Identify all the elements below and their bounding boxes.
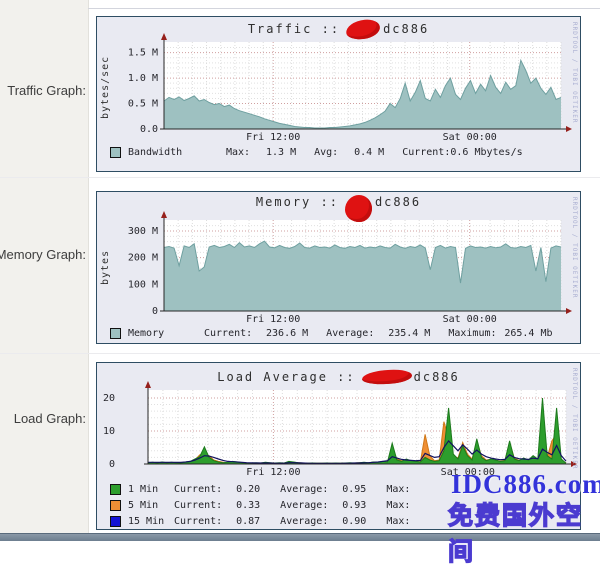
legend-stat-key: Average: bbox=[260, 484, 328, 495]
legend-swatch bbox=[110, 500, 121, 511]
legend-row: Bandwidth Max:1.3 M Avg:0.4 M Current:0.… bbox=[110, 147, 523, 158]
y-tick-label: 300 M bbox=[128, 226, 158, 237]
legend-stat-key: Max: bbox=[366, 516, 410, 527]
label-column bbox=[0, 0, 89, 533]
legend-row: 15 Min Current:0.87 Average:0.90 Max: bbox=[110, 516, 410, 527]
y-tick-label: 10 bbox=[103, 426, 115, 437]
traffic-graph-image[interactable]: 0.0 0.5 M 1.0 M 1.5 M Fri 12:00 Sat 00:00 Tra… bbox=[96, 16, 581, 172]
graph-title-prefix: Load Average :: bbox=[217, 370, 355, 384]
x-tick-label: Sat 00:00 bbox=[443, 314, 497, 325]
legend-swatch bbox=[110, 328, 121, 339]
legend-row: Memory Current:236.6 M Average:235.4 M M… bbox=[110, 328, 553, 339]
graph-title-host: dc886 bbox=[375, 195, 421, 209]
memory-graph-label: Memory Graph: bbox=[0, 247, 86, 262]
y-tick-label: 1.0 M bbox=[128, 73, 158, 84]
legend-stat-value: 235.4 M bbox=[374, 328, 430, 339]
legend-series-name: Memory bbox=[128, 328, 186, 339]
graph-title: Memory ::dc886 bbox=[97, 195, 580, 222]
legend-stat-key: Max: bbox=[366, 500, 410, 511]
legend-row: 1 Min Current:0.20 Average:0.95 Max: bbox=[110, 484, 410, 495]
legend-stat-value: 0.4 M bbox=[338, 147, 384, 158]
legend-stat-value: 0.90 bbox=[328, 516, 366, 527]
legend-swatch bbox=[110, 147, 121, 158]
graph-title-host: dc886 bbox=[414, 370, 460, 384]
x-axis-arrow bbox=[566, 308, 572, 314]
legend-stat-key: Current: bbox=[384, 147, 450, 158]
legend-stat-key: Current: bbox=[186, 328, 252, 339]
y-tick-label: 0 bbox=[109, 459, 115, 470]
legend-series-name: 15 Min bbox=[128, 516, 174, 527]
x-tick-label: Sat 00:00 bbox=[443, 132, 497, 143]
legend-series-name: 1 Min bbox=[128, 484, 174, 495]
watermark-chinese: 免费国外空间 bbox=[448, 496, 600, 568]
y-tick-label: 1.5 M bbox=[128, 48, 158, 59]
y-tick-label: 100 M bbox=[128, 279, 158, 290]
page: Traffic Graph: Memory Graph: Load Graph:… bbox=[0, 0, 600, 540]
y-tick-label: 200 M bbox=[128, 253, 158, 264]
legend-stat-key: Max: bbox=[366, 484, 410, 495]
legend-row: 5 Min Current:0.33 Average:0.93 Max: bbox=[110, 500, 410, 511]
legend-stat-key: Average: bbox=[260, 516, 328, 527]
legend-stat-key: Maximum: bbox=[430, 328, 496, 339]
legend-stat-value: 0.6 Mbytes/s bbox=[450, 147, 522, 158]
legend-stat-key: Max: bbox=[208, 147, 250, 158]
legend-stat-key: Average: bbox=[308, 328, 374, 339]
legend-stat-value: 236.6 M bbox=[252, 328, 308, 339]
legend-stat-value: 0.87 bbox=[222, 516, 260, 527]
legend-swatch bbox=[110, 484, 121, 495]
legend-stat-value: 0.33 bbox=[222, 500, 260, 511]
series-area-Memory bbox=[164, 241, 561, 311]
y-axis-label: bytes/sec bbox=[99, 45, 112, 129]
memory-graph-image[interactable]: 0 100 M 200 M 300 M Fri 12:00 Sat 00:00 Memor… bbox=[96, 191, 581, 344]
legend-series-name: 5 Min bbox=[128, 500, 174, 511]
y-tick-label: 0.0 bbox=[140, 124, 158, 135]
x-tick-label: Fri 12:00 bbox=[246, 132, 300, 143]
y-axis-label: bytes bbox=[99, 223, 112, 311]
row-divider bbox=[0, 353, 600, 354]
legend-stat-key: Current: bbox=[174, 500, 222, 511]
legend-swatch bbox=[110, 516, 121, 527]
legend-series-name: Bandwidth bbox=[128, 147, 208, 158]
row-divider bbox=[0, 177, 600, 178]
top-divider bbox=[88, 8, 600, 9]
load-graph-label: Load Graph: bbox=[14, 411, 86, 426]
legend-stat-key: Current: bbox=[174, 516, 222, 527]
traffic-graph-label: Traffic Graph: bbox=[7, 83, 86, 98]
y-tick-label: 20 bbox=[103, 393, 115, 404]
x-tick-label: Fri 12:00 bbox=[246, 314, 300, 325]
graph-title: Load Average ::dc886 bbox=[97, 370, 580, 384]
legend-stat-value: 0.93 bbox=[328, 500, 366, 511]
y-tick-label: 0.5 M bbox=[128, 99, 158, 110]
redaction-scribble bbox=[345, 18, 381, 40]
graph-title-prefix: Traffic :: bbox=[248, 22, 340, 36]
legend-stat-key: Current: bbox=[174, 484, 222, 495]
graph-title-host: dc886 bbox=[383, 22, 429, 36]
legend-stat-value: 0.95 bbox=[328, 484, 366, 495]
legend-stat-value: 0.20 bbox=[222, 484, 260, 495]
legend-stat-value: 265.4 Mb bbox=[497, 328, 553, 339]
legend-stat-key: Avg: bbox=[296, 147, 338, 158]
redaction-scribble bbox=[345, 195, 372, 222]
x-tick-label: Fri 12:00 bbox=[246, 467, 300, 478]
graph-title: Traffic ::dc886 bbox=[97, 20, 580, 39]
legend-stat-key: Average: bbox=[260, 500, 328, 511]
x-axis-arrow bbox=[566, 126, 572, 132]
graph-title-prefix: Memory :: bbox=[256, 195, 339, 209]
redaction-scribble bbox=[361, 369, 412, 386]
y-tick-label: 0 bbox=[152, 306, 158, 317]
legend-stat-value: 1.3 M bbox=[250, 147, 296, 158]
